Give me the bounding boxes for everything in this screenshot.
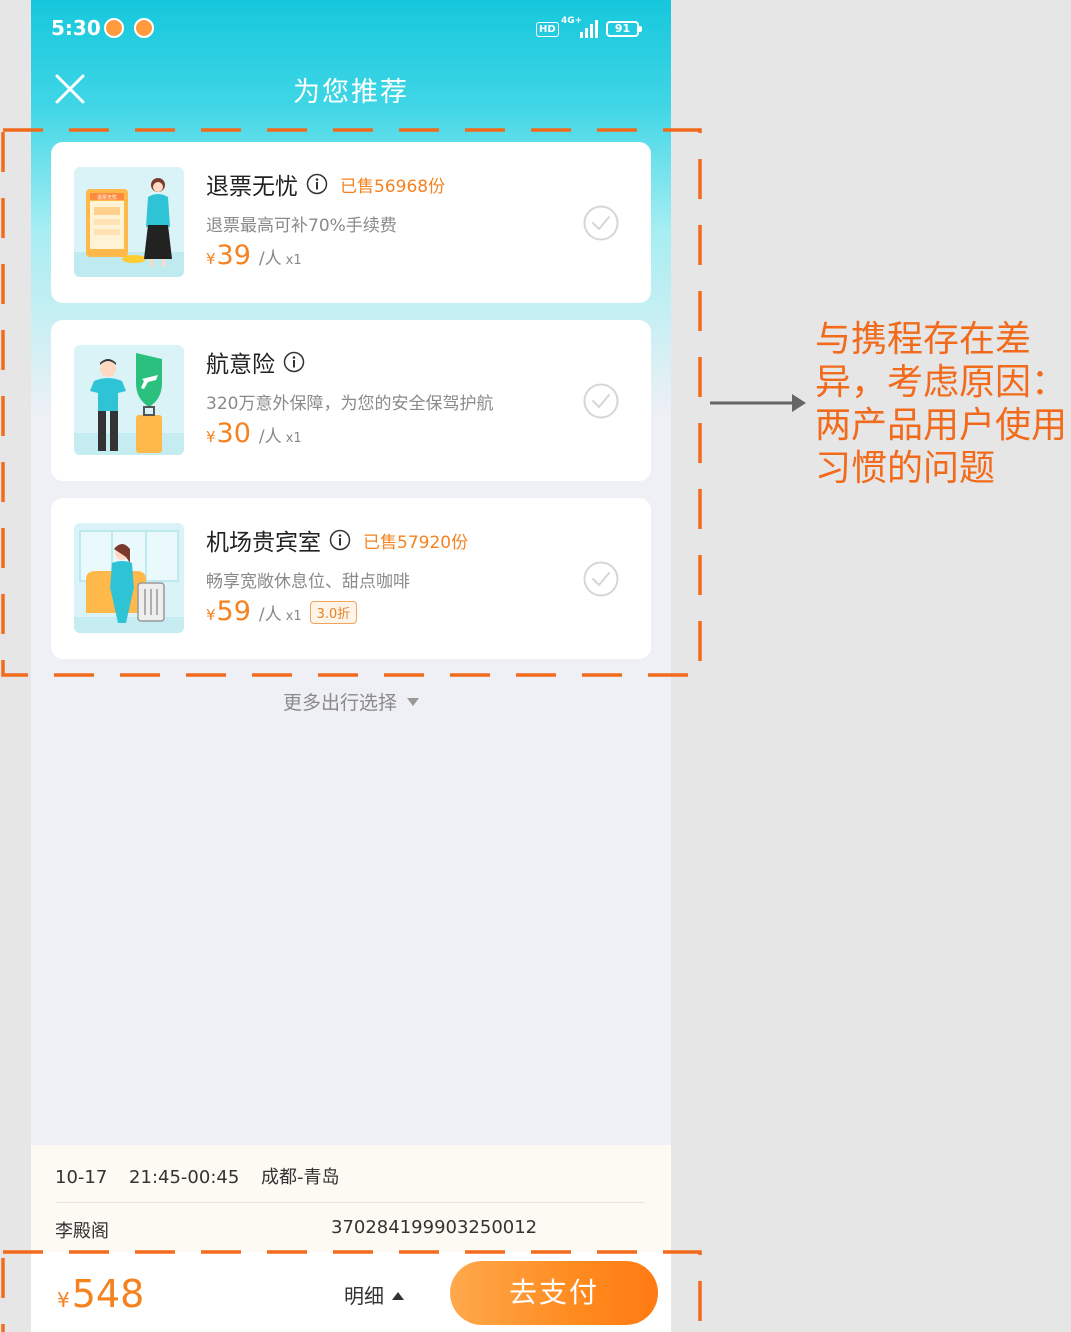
page-title: 为您推荐 (293, 77, 409, 108)
select-checkbox[interactable] (583, 383, 619, 419)
flight-info: 10-17 21:45-00:45 成都-青岛 (55, 1163, 356, 1189)
notification-app-icon (134, 18, 154, 38)
product-price: 59 (216, 596, 251, 627)
refund-protection-illustration: 退票无忧 (74, 167, 184, 277)
currency-symbol: ¥ (206, 250, 216, 268)
caret-up-icon (392, 1291, 404, 1300)
flight-route: 成都-青岛 (261, 1167, 340, 1188)
product-price: 30 (216, 418, 251, 449)
sold-count: 已售56968份 (340, 176, 446, 197)
card-title-row: 退票无忧 已售56968份 (206, 168, 445, 200)
product-title: 机场贵宾室 (206, 530, 321, 556)
status-time: 5:30 (51, 16, 101, 40)
currency-symbol: ¥ (206, 428, 216, 446)
caret-down-icon (407, 697, 419, 706)
product-description: 退票最高可补70%手续费 (206, 216, 397, 236)
vip-lounge-illustration (74, 523, 184, 633)
quantity: x1 (285, 253, 302, 268)
pay-button[interactable]: 去支付 (450, 1261, 658, 1325)
product-description: 畅享宽敞休息位、甜点咖啡 (206, 572, 410, 592)
notification-app-icon (104, 18, 124, 38)
arrow-right-icon (710, 394, 806, 412)
hd-icon: HD (536, 22, 559, 37)
price-row: ¥ 59 /人 x1 3.0折 (206, 596, 358, 632)
image-label: 退票无忧 (97, 194, 117, 201)
card-title-row: 机场贵宾室 已售57920份 (206, 524, 468, 556)
detail-label: 明细 (344, 1284, 384, 1308)
currency-symbol: ¥ (57, 1288, 70, 1312)
currency-symbol: ¥ (206, 606, 216, 624)
product-title: 退票无忧 (206, 174, 298, 200)
product-card-vip-lounge[interactable]: 机场贵宾室 已售57920份 畅享宽敞休息位、甜点咖啡 ¥ 59 /人 x1 3… (51, 498, 651, 659)
battery-icon: 91 (606, 21, 642, 37)
more-travel-options-button[interactable]: 更多出行选择 (31, 688, 671, 715)
product-title: 航意险 (206, 352, 275, 378)
product-card-flight-insurance[interactable]: 航意险 320万意外保障，为您的安全保驾护航 ¥ 30 /人 x1 (51, 320, 651, 481)
select-checkbox[interactable] (583, 561, 619, 597)
price-row: ¥ 30 /人 x1 (206, 418, 302, 454)
more-options-label: 更多出行选择 (282, 692, 397, 714)
card-title-row: 航意险 (206, 346, 305, 378)
divider (55, 1202, 645, 1203)
flight-time: 21:45-00:45 (129, 1167, 240, 1188)
passenger-id-number: 370284199903250012 (331, 1217, 538, 1238)
passenger-name: 李殿阁 (55, 1221, 109, 1242)
sold-count: 已售57920份 (363, 532, 469, 553)
phone-screen: 5:30 HD 4G+ 91 为您推荐 退票无忧 退票无忧 已售56968份 退… (31, 0, 671, 1332)
price-unit: /人 (258, 249, 282, 269)
total-price: ¥548 (57, 1272, 144, 1316)
signal-icon (580, 20, 598, 38)
info-icon[interactable] (329, 529, 351, 551)
quantity: x1 (285, 431, 302, 446)
product-description: 320万意外保障，为您的安全保驾护航 (206, 394, 494, 414)
select-checkbox[interactable] (583, 205, 619, 241)
flight-insurance-illustration (74, 345, 184, 455)
status-bar: 5:30 HD 4G+ 91 (31, 0, 671, 60)
info-icon[interactable] (283, 351, 305, 373)
product-price: 39 (216, 240, 251, 271)
price-row: ¥ 39 /人 x1 (206, 240, 302, 276)
info-icon[interactable] (306, 173, 328, 195)
annotation-note: 与携程存在差异，考虑原因：两产品用户使用习惯的问题 (815, 319, 1068, 489)
discount-badge: 3.0折 (309, 601, 358, 624)
product-card-refund-protection[interactable]: 退票无忧 退票无忧 已售56968份 退票最高可补70%手续费 ¥ 39 /人 … (51, 142, 651, 303)
price-unit: /人 (258, 427, 282, 447)
checkout-bar: ¥548 明细 去支付 (31, 1252, 671, 1332)
price-unit: /人 (258, 605, 282, 625)
price-detail-toggle[interactable]: 明细 (344, 1280, 404, 1309)
total-amount: 548 (71, 1272, 145, 1316)
flight-date: 10-17 (55, 1167, 108, 1188)
quantity: x1 (285, 609, 302, 624)
